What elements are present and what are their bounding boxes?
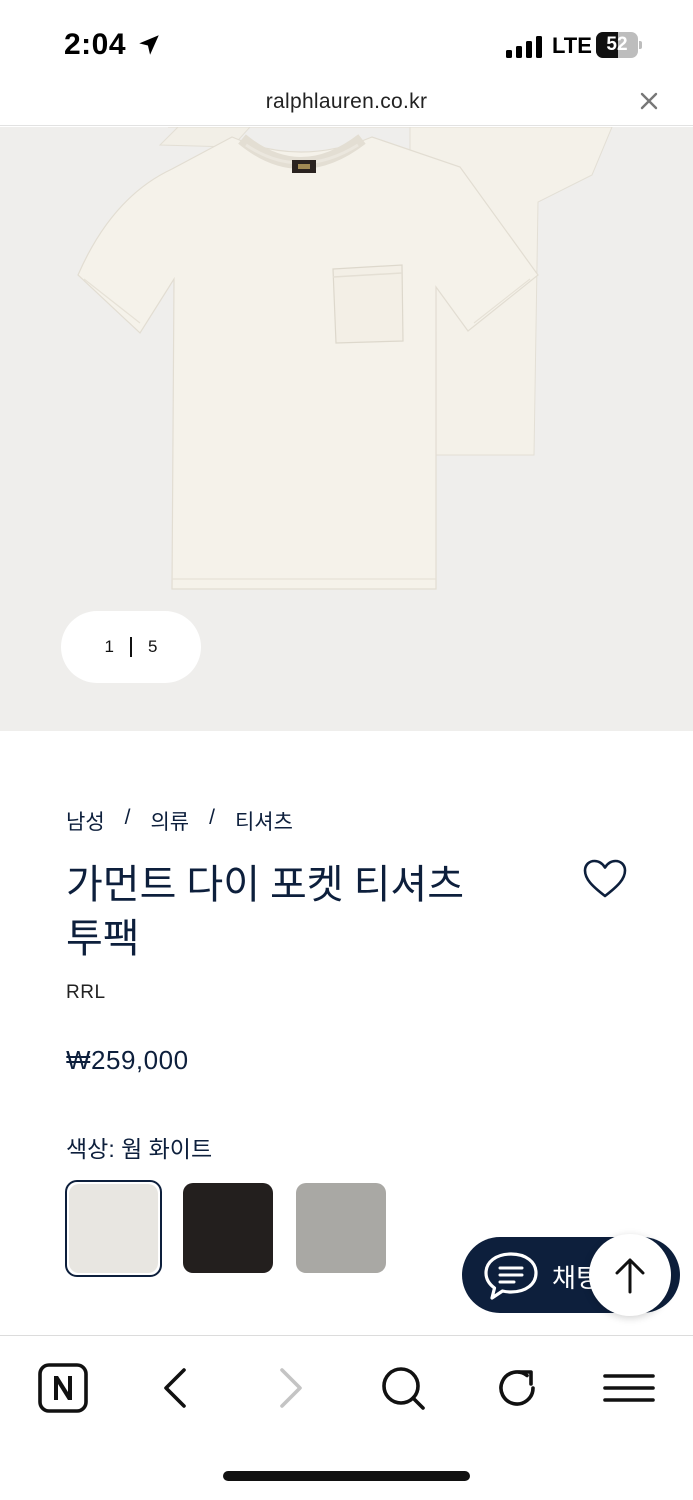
breadcrumb-item-clothing[interactable]: 의류 [150,806,189,836]
pager-current: 1 [104,637,114,656]
signal-bars-icon [506,36,542,58]
status-bar: 2:04 LTE 52 [0,0,693,80]
breadcrumb-item-men[interactable]: 남성 [66,806,105,836]
product-brand: RRL [66,982,106,1003]
pager-total: 5 [148,637,158,656]
product-title: 가먼트 다이 포켓 티셔츠 투팩 [66,858,546,966]
product-image-gallery[interactable]: 1 5 [0,127,693,731]
battery-level: 52 [606,34,628,55]
home-indicator [223,1471,470,1481]
swatch-grey[interactable] [296,1183,386,1273]
product-title-line2: 투팩 [66,916,140,961]
gallery-pager: 1 5 [61,611,201,683]
breadcrumb: 남성 / 의류 / 티셔츠 [66,806,293,836]
arrow-up-icon[interactable] [614,1256,646,1294]
location-arrow-icon [139,35,159,55]
heart-icon[interactable] [582,858,628,900]
naver-n-icon[interactable] [35,1360,91,1416]
scroll-to-top-button[interactable] [589,1234,671,1316]
status-time: 2:04 [64,28,127,61]
pager-separator [130,637,132,657]
chat-bubble-icon[interactable] [482,1250,540,1302]
forward-icon [280,1368,302,1408]
back-icon[interactable] [148,1360,204,1416]
breadcrumb-separator: / [124,806,131,829]
color-label: 색상: 웜 화이트 [66,1136,213,1162]
product-price: ₩259,000 [66,1045,189,1075]
breadcrumb-separator: / [209,806,215,829]
refresh-icon[interactable] [489,1360,545,1416]
network-type: LTE [552,33,592,58]
swatch-black[interactable] [183,1183,273,1273]
url-text[interactable]: ralphlauren.co.kr [0,90,693,114]
search-icon[interactable] [375,1360,431,1416]
product-title-line1: 가먼트 다이 포켓 티셔츠 [66,862,464,907]
battery-icon: 52 [596,32,642,58]
menu-icon[interactable] [601,1360,657,1416]
close-icon[interactable] [638,90,660,112]
breadcrumb-item-tshirts[interactable]: 티셔츠 [235,806,293,836]
swatch-warm-white[interactable] [69,1184,158,1273]
url-bar[interactable]: ralphlauren.co.kr [0,80,693,126]
